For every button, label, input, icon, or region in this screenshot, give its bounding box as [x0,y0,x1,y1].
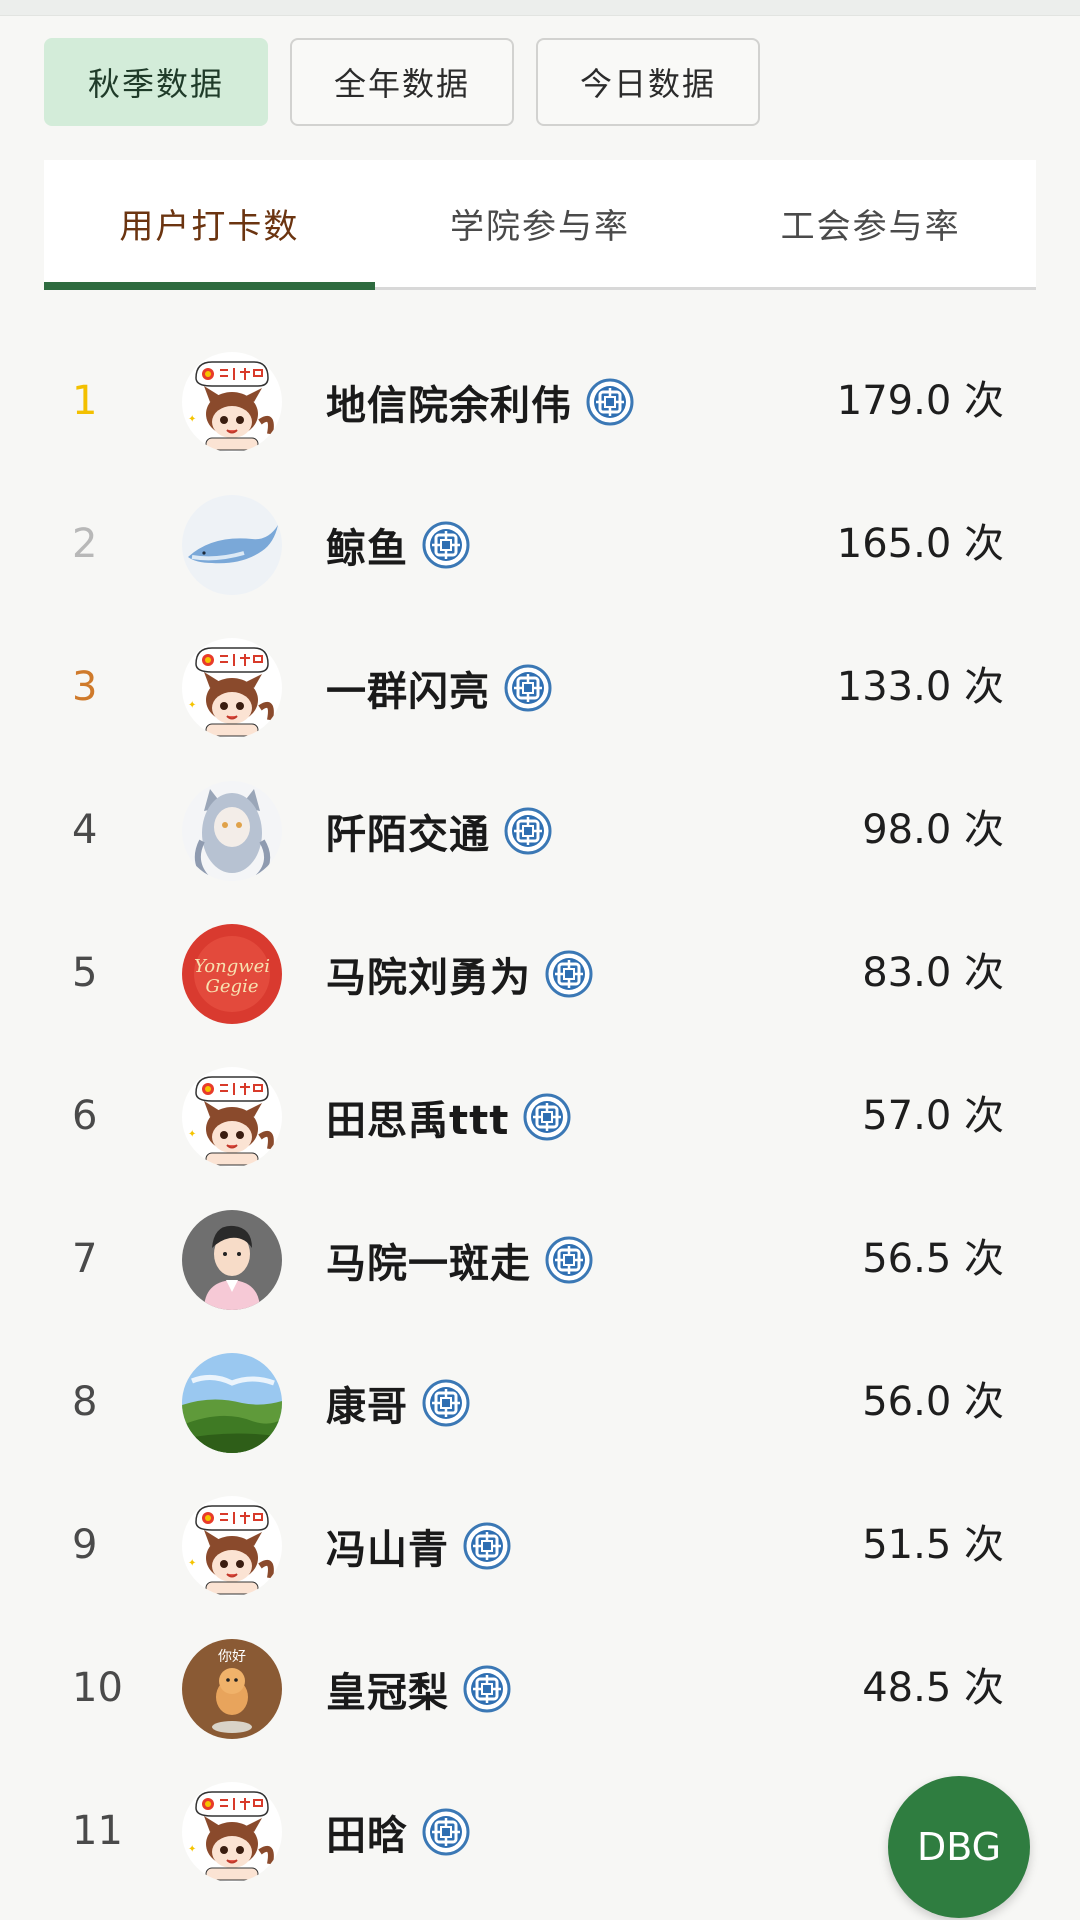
checkin-count: 51.5 次 [862,1522,1004,1568]
user-name-group: 田思禹ttt [326,1045,571,1188]
rank-number: 8 [72,1379,98,1425]
ranking-row[interactable]: 4 阡陌交通 98.0 次 [0,759,1080,902]
svg-text:Yongwei: Yongwei [194,956,270,977]
svg-text:✦: ✦ [188,1129,196,1140]
range-tab-today[interactable]: 今日数据 [536,38,760,126]
user-name[interactable]: 地信院余利伟 [326,373,572,431]
checkin-count: 56.5 次 [862,1236,1004,1282]
avatar[interactable]: ✦ [182,1496,282,1596]
avatar[interactable]: ✦ [182,1067,282,1167]
rank-number: 11 [72,1808,123,1854]
verified-badge-icon [463,1522,511,1570]
user-name-group: 马院刘勇为 [326,902,593,1045]
avatar[interactable]: ✦ [182,638,282,738]
user-name[interactable]: 冯山青 [326,1517,449,1575]
rank-number: 1 [72,378,98,424]
ranking-row[interactable]: 9 ✦ 冯山青 51.5 次 [0,1474,1080,1617]
ranking-row[interactable]: 7 马院一斑走 56.5 次 [0,1188,1080,1331]
avatar[interactable]: Yongwei Gegie [182,924,282,1024]
avatar[interactable] [182,1210,282,1310]
rank-number: 10 [72,1665,123,1711]
ranking-row[interactable]: 6 ✦ 田思禹ttt 57.0 次 [0,1045,1080,1188]
user-name-group: 马院一斑走 [326,1188,593,1331]
avatar[interactable] [182,781,282,881]
verified-badge-icon [422,521,470,569]
svg-text:✦: ✦ [188,700,196,711]
user-name[interactable]: 阡陌交通 [326,802,490,860]
range-tab-autumn[interactable]: 秋季数据 [44,38,268,126]
user-name[interactable]: 一群闪亮 [326,659,490,717]
range-tabs: 秋季数据 全年数据 今日数据 [44,38,760,126]
rank-number: 5 [72,950,98,996]
user-name-group: 鲸鱼 [326,473,470,616]
verified-badge-icon [422,1379,470,1427]
rank-number: 3 [72,664,98,710]
checkin-count: 98.0 次 [862,807,1004,853]
user-name-group: 阡陌交通 [326,759,552,902]
user-name[interactable]: 皇冠梨 [326,1660,449,1718]
user-name-group: 康哥 [326,1331,470,1474]
svg-text:Gegie: Gegie [206,976,259,997]
verified-badge-icon [463,1665,511,1713]
svg-text:✦: ✦ [188,414,196,425]
svg-text:✦: ✦ [188,1844,196,1855]
checkin-count: 133.0 次 [836,664,1004,710]
ranking-list: 1 ✦ 地信院余利伟 179.0 次2 鲸鱼 165.0 次3 ✦ 一群闪亮 1… [0,330,1080,1903]
checkin-count: 48.5 次 [862,1665,1004,1711]
metric-tabs: 用户打卡数 学院参与率 工会参与率 [44,160,1036,290]
avatar[interactable]: 你好 [182,1639,282,1739]
user-name-group: 一群闪亮 [326,616,552,759]
verified-badge-icon [586,378,634,426]
user-name[interactable]: 马院刘勇为 [326,945,531,1003]
verified-badge-icon [504,664,552,712]
ranking-row[interactable]: 10 你好皇冠梨 48.5 次 [0,1617,1080,1760]
user-name[interactable]: 康哥 [326,1374,408,1432]
verified-badge-icon [545,950,593,998]
checkin-count: 179.0 次 [836,378,1004,424]
rank-number: 4 [72,807,98,853]
user-name[interactable]: 田晗 [326,1803,408,1861]
user-name-group: 地信院余利伟 [326,330,634,473]
dbg-floating-button[interactable]: DBG [888,1776,1030,1918]
checkin-count: 165.0 次 [836,521,1004,567]
rank-number: 6 [72,1093,98,1139]
rank-number: 2 [72,521,98,567]
ranking-row[interactable]: 1 ✦ 地信院余利伟 179.0 次 [0,330,1080,473]
rank-number: 7 [72,1236,98,1282]
range-tab-year[interactable]: 全年数据 [290,38,514,126]
ranking-row[interactable]: 5 Yongwei Gegie 马院刘勇为 83.0 次 [0,902,1080,1045]
tab-college-participation[interactable]: 学院参与率 [375,160,706,287]
avatar[interactable] [182,495,282,595]
user-name-group: 皇冠梨 [326,1617,511,1760]
avatar[interactable] [182,1353,282,1453]
checkin-count: 57.0 次 [862,1093,1004,1139]
rank-number: 9 [72,1522,98,1568]
verified-badge-icon [504,807,552,855]
user-name[interactable]: 田思禹ttt [326,1088,509,1146]
checkin-count: 56.0 次 [862,1379,1004,1425]
ranking-row[interactable]: 8 康哥 56.0 次 [0,1331,1080,1474]
user-name-group: 田晗 [326,1760,470,1903]
top-strip [0,0,1080,16]
verified-badge-icon [422,1808,470,1856]
user-name[interactable]: 马院一斑走 [326,1231,531,1289]
tab-union-participation[interactable]: 工会参与率 [705,160,1036,287]
avatar[interactable]: ✦ [182,1782,282,1882]
user-name-group: 冯山青 [326,1474,511,1617]
tab-user-checkins[interactable]: 用户打卡数 [44,160,375,290]
verified-badge-icon [523,1093,571,1141]
checkin-count: 83.0 次 [862,950,1004,996]
svg-text:✦: ✦ [188,1558,196,1569]
ranking-row[interactable]: 2 鲸鱼 165.0 次 [0,473,1080,616]
avatar[interactable]: ✦ [182,352,282,452]
user-name[interactable]: 鲸鱼 [326,516,408,574]
svg-text:你好: 你好 [218,1649,246,1665]
verified-badge-icon [545,1236,593,1284]
ranking-row[interactable]: 3 ✦ 一群闪亮 133.0 次 [0,616,1080,759]
